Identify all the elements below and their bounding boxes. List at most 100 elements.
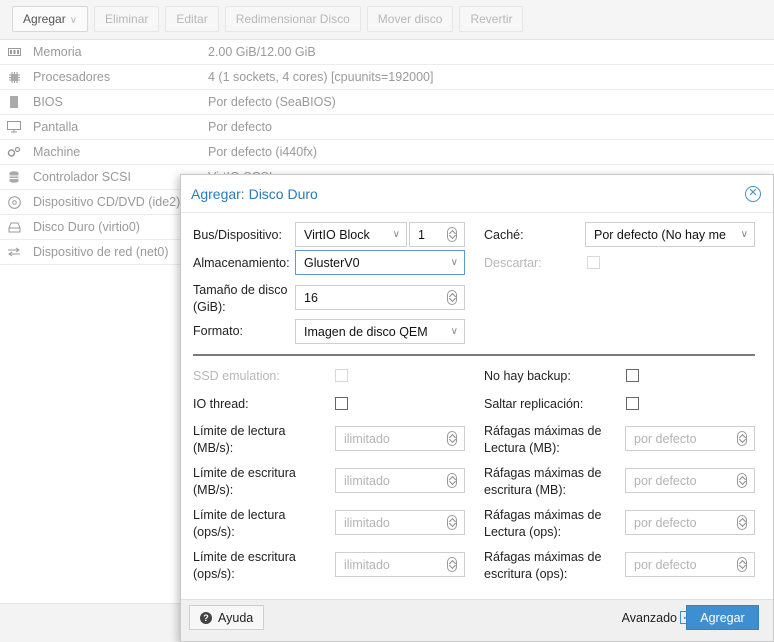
remove-button[interactable]: Eliminar xyxy=(94,6,160,32)
write-limit-mbs-placeholder: ilimitado xyxy=(344,473,390,488)
storage-select-value: GlusterV0 xyxy=(304,255,360,270)
discard-checkbox[interactable] xyxy=(587,256,600,269)
hardware-value: 4 (1 sockets, 4 cores) [cpuunits=192000] xyxy=(208,70,434,84)
dialog-header: Agregar: Disco Duro ✕ xyxy=(181,175,773,213)
skip-replication-checkbox[interactable] xyxy=(626,397,639,410)
hardware-key: BIOS xyxy=(33,95,63,109)
device-number-input[interactable]: 1 xyxy=(409,222,465,247)
device-number-value: 1 xyxy=(418,227,425,242)
cpu-icon xyxy=(7,70,21,84)
dialog-footer: ? Ayuda Avanzado ✓ Agregar xyxy=(181,599,773,641)
io-thread-label: IO thread: xyxy=(193,397,249,411)
bios-icon xyxy=(7,95,21,109)
spinner-icon[interactable] xyxy=(737,515,747,530)
skip-replication-label: Saltar replicación: xyxy=(484,397,584,411)
burst-write-mb-placeholder: por defecto xyxy=(634,473,697,488)
burst-read-mb-input[interactable]: por defecto xyxy=(625,426,755,451)
write-limit-ops-input[interactable]: ilimitado xyxy=(335,552,465,577)
burst-write-ops-input[interactable]: por defecto xyxy=(625,552,755,577)
hardware-key: Memoria xyxy=(33,45,82,59)
ssd-emulation-label: SSD emulation: xyxy=(193,369,280,383)
burst-write-ops-placeholder: por defecto xyxy=(634,557,697,572)
hardware-row-display[interactable]: Pantalla Por defecto xyxy=(0,115,774,140)
disk-size-label: Tamaño de disco (GiB): xyxy=(193,283,288,314)
network-icon xyxy=(7,245,21,259)
memory-icon xyxy=(7,45,21,59)
hardware-row-machine[interactable]: Machine Por defecto (i440fx) xyxy=(0,140,774,165)
format-select[interactable]: Imagen de disco QEMU ∨ xyxy=(295,319,465,344)
burst-write-mb-label: Ráfagas máximas de escritura (MB): xyxy=(484,466,602,497)
add-button-label: Agregar xyxy=(23,12,66,26)
harddisk-icon xyxy=(7,220,21,234)
write-limit-mbs-label: Límite de escritura (MB/s): xyxy=(193,466,296,497)
gears-icon xyxy=(7,145,21,159)
chevron-down-icon: ∨ xyxy=(740,229,748,240)
read-limit-ops-label: Límite de lectura (ops/s): xyxy=(193,508,286,539)
hardware-toolbar: Agregar ∨ Eliminar Editar Redimensionar D… xyxy=(0,0,774,40)
ssd-emulation-checkbox[interactable] xyxy=(335,369,348,382)
hardware-row-bios[interactable]: BIOS Por defecto (SeaBIOS) xyxy=(0,90,774,115)
burst-read-mb-label: Ráfagas máximas de Lectura (MB): xyxy=(484,424,602,455)
cache-select-value: Por defecto (No hay me xyxy=(594,227,727,242)
edit-button[interactable]: Editar xyxy=(165,6,219,32)
help-button[interactable]: ? Ayuda xyxy=(189,605,265,630)
read-limit-ops-input[interactable]: ilimitado xyxy=(335,510,465,535)
spinner-icon[interactable] xyxy=(737,557,747,572)
storage-select[interactable]: GlusterV0 ∨ xyxy=(295,250,465,275)
burst-read-ops-placeholder: por defecto xyxy=(634,515,697,530)
section-divider xyxy=(193,354,755,356)
chevron-down-icon: ∨ xyxy=(392,229,400,240)
spinner-icon[interactable] xyxy=(737,431,747,446)
spinner-icon[interactable] xyxy=(447,431,457,446)
write-limit-ops-label: Límite de escritura (ops/s): xyxy=(193,550,296,581)
advanced-label: Avanzado xyxy=(621,611,677,625)
disk-size-value: 16 xyxy=(304,290,318,305)
question-icon: ? xyxy=(200,611,212,624)
bus-select-value: VirtIO Block xyxy=(304,227,370,242)
resize-disk-button[interactable]: Redimensionar Disco xyxy=(224,6,361,32)
add-submit-button[interactable]: Agregar xyxy=(686,605,759,630)
close-icon[interactable]: ✕ xyxy=(745,185,761,202)
burst-read-mb-placeholder: por defecto xyxy=(634,431,697,446)
help-button-label: Ayuda xyxy=(218,610,254,625)
cdrom-icon xyxy=(7,195,21,209)
io-thread-checkbox[interactable] xyxy=(335,397,348,410)
discard-label: Descartar: xyxy=(484,256,542,270)
read-limit-mbs-input[interactable]: ilimitado xyxy=(335,426,465,451)
write-limit-mbs-input[interactable]: ilimitado xyxy=(335,468,465,493)
cache-select[interactable]: Por defecto (No hay me ∨ xyxy=(585,222,755,247)
burst-read-ops-label: Ráfagas máximas de Lectura (ops): xyxy=(484,508,602,539)
hardware-value: Por defecto (i440fx) xyxy=(208,145,318,159)
bus-device-label: Bus/Dispositivo: xyxy=(193,228,282,242)
chevron-down-icon: ∨ xyxy=(450,257,458,268)
burst-write-mb-input[interactable]: por defecto xyxy=(625,468,755,493)
spinner-icon[interactable] xyxy=(447,515,457,530)
storage-label: Almacenamiento: xyxy=(193,256,290,270)
spinner-icon[interactable] xyxy=(447,473,457,488)
database-icon xyxy=(7,170,21,184)
display-icon xyxy=(7,120,21,134)
cache-label: Caché: xyxy=(484,228,524,242)
hardware-row-processors[interactable]: Procesadores 4 (1 sockets, 4 cores) [cpu… xyxy=(0,65,774,90)
spinner-icon[interactable] xyxy=(447,227,457,242)
write-limit-ops-placeholder: ilimitado xyxy=(344,557,390,572)
bus-select[interactable]: VirtIO Block ∨ xyxy=(295,222,407,247)
burst-read-ops-input[interactable]: por defecto xyxy=(625,510,755,535)
revert-button[interactable]: Revertir xyxy=(459,6,524,32)
burst-write-ops-label: Ráfagas máximas de escritura (ops): xyxy=(484,550,602,581)
format-label: Formato: xyxy=(193,324,244,338)
hardware-key: Machine xyxy=(33,145,81,159)
read-limit-mbs-label: Límite de lectura (MB/s): xyxy=(193,424,286,455)
spinner-icon[interactable] xyxy=(737,473,747,488)
read-limit-mbs-placeholder: ilimitado xyxy=(344,431,390,446)
disk-size-input[interactable]: 16 xyxy=(295,285,465,310)
dialog-title: Agregar: Disco Duro xyxy=(191,185,318,202)
hardware-key: Procesadores xyxy=(33,70,111,84)
move-disk-button[interactable]: Mover disco xyxy=(366,6,454,32)
add-button[interactable]: Agregar ∨ xyxy=(12,6,89,32)
no-backup-checkbox[interactable] xyxy=(626,369,639,382)
spinner-icon[interactable] xyxy=(447,557,457,572)
hardware-row-memory[interactable]: Memoria 2.00 GiB/12.00 GiB xyxy=(0,40,774,65)
spinner-icon[interactable] xyxy=(447,290,457,305)
format-select-value: Imagen de disco QEMU xyxy=(304,324,428,339)
